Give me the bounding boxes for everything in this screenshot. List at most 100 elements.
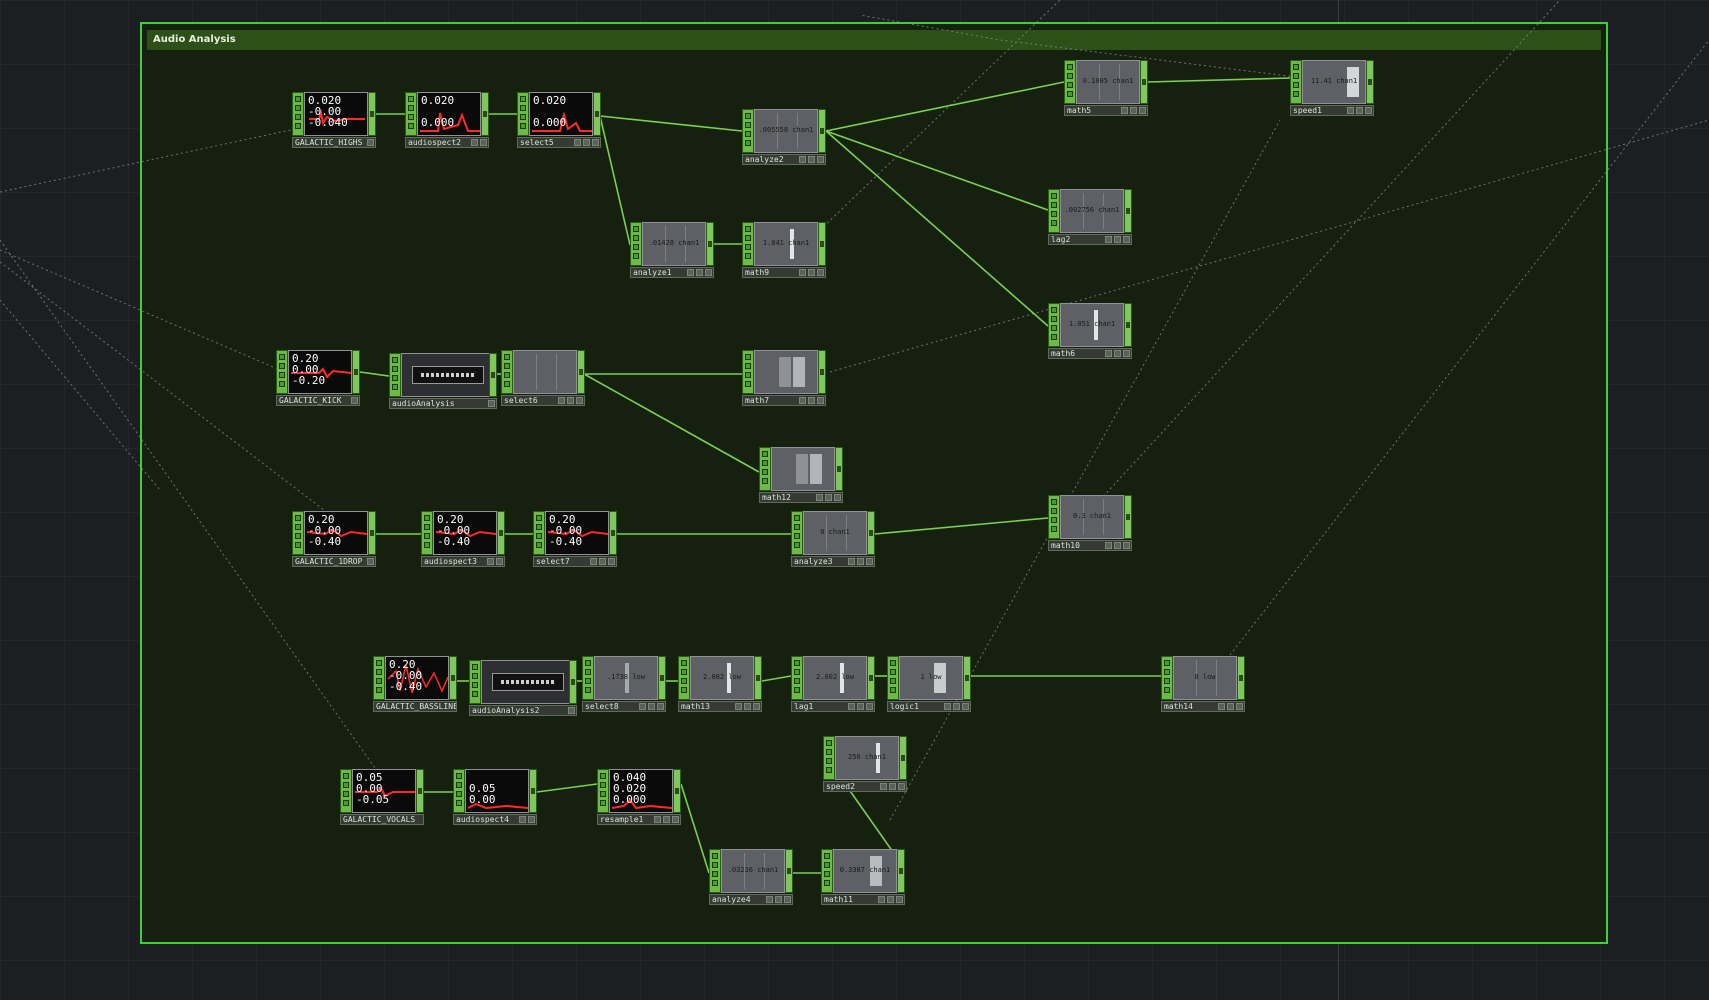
node-audioanalysis2[interactable]: audioAnalysis2: [469, 660, 577, 716]
node-output-connector[interactable]: [593, 92, 601, 136]
flag-toggle[interactable]: [1067, 64, 1073, 70]
node-button[interactable]: [808, 269, 815, 276]
flag-toggle[interactable]: [745, 113, 751, 119]
node-flag-strip[interactable]: [742, 109, 754, 153]
flag-toggle[interactable]: [745, 122, 751, 128]
flag-toggle[interactable]: [585, 687, 591, 693]
node-output-connector[interactable]: [416, 769, 424, 813]
node-label[interactable]: math13: [678, 701, 762, 712]
flag-toggle[interactable]: [745, 372, 751, 378]
node-label[interactable]: math14: [1161, 701, 1245, 712]
node-button[interactable]: [817, 269, 824, 276]
node-label[interactable]: GALACTIC_HIGHS: [292, 137, 376, 148]
flag-toggle[interactable]: [1051, 508, 1057, 514]
flag-toggle[interactable]: [681, 678, 687, 684]
node-button[interactable]: [574, 139, 581, 146]
flag-toggle[interactable]: [408, 114, 414, 120]
flag-toggle[interactable]: [824, 862, 830, 868]
node-label[interactable]: math6: [1048, 348, 1132, 359]
node-label[interactable]: GALACTIC_BASSLINE: [373, 701, 457, 712]
flag-toggle[interactable]: [681, 687, 687, 693]
node-button[interactable]: [1218, 703, 1225, 710]
flag-toggle[interactable]: [1051, 526, 1057, 532]
node-label[interactable]: audiospect2: [405, 137, 489, 148]
node-label[interactable]: lag1: [791, 701, 875, 712]
node-flag-strip[interactable]: [709, 849, 721, 893]
flag-toggle[interactable]: [1067, 91, 1073, 97]
node-button[interactable]: [848, 703, 855, 710]
node-output-connector[interactable]: [818, 222, 826, 266]
node-output-connector[interactable]: [867, 656, 875, 700]
node-label[interactable]: analyze3: [791, 556, 875, 567]
node-button[interactable]: [896, 896, 903, 903]
flag-toggle[interactable]: [1164, 678, 1170, 684]
node-flag-strip[interactable]: [421, 511, 433, 555]
flag-toggle[interactable]: [585, 678, 591, 684]
node-button[interactable]: [878, 896, 885, 903]
node-math6[interactable]: 1.051 chan1 math6: [1048, 303, 1132, 359]
flag-toggle[interactable]: [794, 533, 800, 539]
flag-toggle[interactable]: [745, 354, 751, 360]
node-galactic-kick[interactable]: 0.20 0.00 -0.20 GALACTIC_KICK: [276, 350, 360, 406]
node-button[interactable]: [576, 397, 583, 404]
flag-toggle[interactable]: [504, 372, 510, 378]
flag-toggle[interactable]: [536, 542, 542, 548]
flag-toggle[interactable]: [745, 244, 751, 250]
flag-toggle[interactable]: [504, 381, 510, 387]
node-label[interactable]: GALACTIC_1DROP: [292, 556, 376, 567]
node-flag-strip[interactable]: [340, 769, 352, 813]
flag-toggle[interactable]: [712, 862, 718, 868]
node-flag-strip[interactable]: [373, 656, 385, 700]
node-button[interactable]: [866, 703, 873, 710]
node-button[interactable]: [1365, 107, 1372, 114]
flag-toggle[interactable]: [424, 533, 430, 539]
flag-toggle[interactable]: [295, 114, 301, 120]
node-button[interactable]: [1114, 350, 1121, 357]
node-button[interactable]: [480, 139, 487, 146]
flag-toggle[interactable]: [745, 226, 751, 232]
flag-toggle[interactable]: [712, 853, 718, 859]
node-button[interactable]: [799, 269, 806, 276]
node-label[interactable]: select8: [582, 701, 666, 712]
node-label[interactable]: math5: [1064, 105, 1148, 116]
node-label[interactable]: GALACTIC_VOCALS: [340, 814, 424, 825]
flag-toggle[interactable]: [424, 542, 430, 548]
flag-toggle[interactable]: [520, 114, 526, 120]
node-button[interactable]: [1347, 107, 1354, 114]
node-label[interactable]: audioAnalysis2: [469, 705, 577, 716]
flag-toggle[interactable]: [1051, 316, 1057, 322]
flag-toggle[interactable]: [536, 524, 542, 530]
flag-toggle[interactable]: [794, 660, 800, 666]
flag-toggle[interactable]: [600, 800, 606, 806]
flag-toggle[interactable]: [1293, 73, 1299, 79]
node-label[interactable]: select7: [533, 556, 617, 567]
node-math12[interactable]: math12: [759, 447, 843, 503]
node-output-connector[interactable]: [818, 350, 826, 394]
flag-toggle[interactable]: [890, 678, 896, 684]
flag-toggle[interactable]: [824, 871, 830, 877]
node-label[interactable]: analyze2: [742, 154, 826, 165]
node-flag-strip[interactable]: [759, 447, 771, 491]
node-button[interactable]: [857, 558, 864, 565]
node-audiospect3[interactable]: 0.20 -0.00 -0.40 audiospect3: [421, 511, 505, 567]
node-button[interactable]: [705, 269, 712, 276]
node-button[interactable]: [672, 816, 679, 823]
node-button[interactable]: [866, 558, 873, 565]
node-analyze2[interactable]: .005558 chan1 analyze2: [742, 109, 826, 165]
node-button[interactable]: [471, 139, 478, 146]
node-lag2[interactable]: .002756 chan1 lag2: [1048, 189, 1132, 245]
node-button[interactable]: [558, 397, 565, 404]
node-button[interactable]: [1114, 542, 1121, 549]
node-label[interactable]: math12: [759, 492, 843, 503]
node-galactic-vocals[interactable]: 0.05 0.00 -0.05 GALACTIC_VOCALS: [340, 769, 424, 825]
flag-toggle[interactable]: [890, 687, 896, 693]
node-output-connector[interactable]: [785, 849, 793, 893]
node-label[interactable]: analyze1: [630, 267, 714, 278]
flag-toggle[interactable]: [1293, 82, 1299, 88]
flag-toggle[interactable]: [472, 691, 478, 697]
flag-toggle[interactable]: [826, 740, 832, 746]
node-button[interactable]: [687, 269, 694, 276]
node-flag-strip[interactable]: [501, 350, 513, 394]
node-button[interactable]: [568, 707, 575, 714]
node-button[interactable]: [898, 783, 905, 790]
